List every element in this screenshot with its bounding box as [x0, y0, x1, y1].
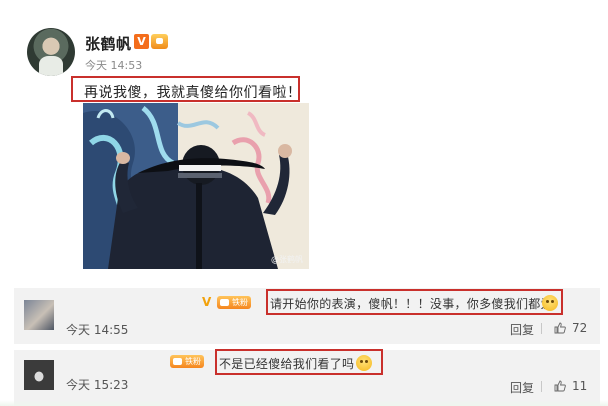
like-count: 11 — [572, 379, 588, 393]
like-count: 72 — [572, 321, 588, 335]
verified-v-icon: V — [134, 34, 149, 49]
comment-text: 请开始你的表演，傻帆！！！没事，你多傻我们都爱 — [270, 297, 553, 311]
photo-watermark: @张鹤帆 — [271, 255, 303, 264]
bottom-edge — [0, 400, 608, 406]
like-thumb-icon[interactable] — [554, 322, 566, 334]
photo-illustration — [83, 103, 309, 269]
author-name[interactable]: 张鹤帆 — [85, 33, 132, 54]
comment-timestamp: 今天 15:23 — [66, 378, 129, 392]
divider — [541, 381, 542, 392]
emoji-icon — [542, 295, 558, 311]
emoji-icon — [356, 355, 372, 371]
comment-text: 不是已经傻给我们看了吗 — [219, 357, 355, 371]
commenter-avatar[interactable] — [24, 300, 54, 330]
author-avatar[interactable] — [27, 28, 75, 76]
comment-timestamp: 今天 14:55 — [66, 323, 129, 337]
verified-v-icon: V — [202, 295, 212, 309]
fan-tag-badge: 铁粉 — [217, 296, 251, 309]
post-timestamp[interactable]: 今天 14:53 — [85, 57, 142, 73]
comment-item: 今天 14:55 V 铁粉 请开始你的表演，傻帆！！！没事，你多傻我们都爱 回复… — [14, 288, 600, 344]
reply-button[interactable]: 回复 — [510, 379, 534, 396]
divider — [541, 323, 542, 334]
reply-button[interactable]: 回复 — [510, 321, 534, 338]
post-photo[interactable]: @张鹤帆 — [83, 103, 309, 269]
weibo-post: 张鹤帆 V 今天 14:53 再说我傻，我就真傻给你们看啦！ @张鹤帆 — [0, 0, 608, 285]
like-thumb-icon[interactable] — [554, 380, 566, 392]
post-text: 再说我傻，我就真傻给你们看啦！ — [84, 85, 302, 101]
commenter-avatar[interactable] — [24, 360, 54, 390]
fan-tag-badge: 铁粉 — [170, 355, 204, 368]
fan-badge-icon — [151, 34, 168, 49]
